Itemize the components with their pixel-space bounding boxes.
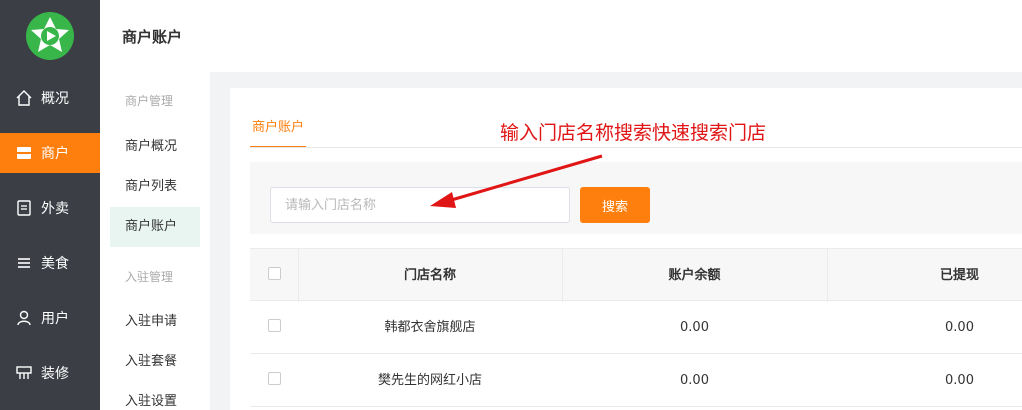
nav-item-user[interactable]: 用户	[0, 298, 100, 338]
nav-item-label: 用户	[41, 311, 69, 327]
row-checkbox[interactable]	[268, 372, 281, 385]
cell-store-name: 樊先生的网红小店	[377, 373, 482, 388]
cell-withdrawn: 0.00	[945, 373, 974, 388]
search-button[interactable]: 搜索	[580, 187, 650, 223]
tab-divider	[250, 147, 1022, 148]
menu-icon	[15, 254, 33, 272]
subnav-item-settle-package[interactable]: 入驻套餐	[110, 342, 200, 382]
table-row: 樊先生的网红小店 0.00 0.00	[250, 354, 1022, 407]
main-card: 商户账户 输入门店名称搜索快速搜索门店 搜索 门店名称 账户余额 已提现 韩都衣…	[230, 88, 1022, 410]
nav-item-label: 商户	[41, 146, 69, 162]
row-checkbox[interactable]	[268, 319, 281, 332]
annotation-text: 输入门店名称搜索快速搜索门店	[500, 122, 767, 144]
nav-item-food[interactable]: 美食	[0, 243, 100, 283]
cell-withdrawn: 0.00	[945, 320, 974, 335]
subnav-group-merchant: 商户管理	[125, 94, 174, 108]
nav-item-label: 概况	[41, 91, 69, 107]
subnav-item-merchant-list[interactable]: 商户列表	[110, 167, 200, 207]
cell-balance: 0.00	[680, 373, 709, 388]
nav-item-label: 外卖	[41, 201, 69, 217]
decorate-icon	[15, 364, 33, 382]
select-all-checkbox[interactable]	[268, 267, 281, 280]
table-row: 韩都衣舍旗舰店 0.00 0.00	[250, 301, 1022, 354]
search-area: 搜索	[250, 162, 1022, 234]
tab-merchant-account[interactable]: 商户账户	[250, 110, 306, 148]
nav-item-merchant[interactable]: 商户	[0, 133, 100, 173]
cell-balance: 0.00	[680, 320, 709, 335]
top-header: 商户账户	[100, 0, 1022, 72]
sub-sidebar: 商户管理 商户概况 商户列表 商户账户 入驻管理 入驻申请 入驻套餐 入驻设置	[100, 72, 210, 410]
nav-item-overview[interactable]: 概况	[0, 78, 100, 118]
subnav-item-merchant-account[interactable]: 商户账户	[110, 207, 200, 247]
column-header-store-name: 门店名称	[403, 268, 456, 283]
page-title: 商户账户	[122, 28, 183, 46]
table-header-row: 门店名称 账户余额 已提现	[250, 248, 1022, 302]
cell-store-name: 韩都衣舍旗舰店	[384, 320, 476, 335]
subnav-group-settle: 入驻管理	[125, 270, 174, 284]
subnav-item-merchant-overview[interactable]: 商户概况	[110, 127, 200, 167]
store-account-table: 门店名称 账户余额 已提现 韩都衣舍旗舰店 0.00 0.00 樊先生的网红小店…	[250, 248, 1022, 407]
user-icon	[15, 309, 33, 327]
logo	[0, 0, 100, 72]
nav-item-decorate[interactable]: 装修	[0, 353, 100, 393]
column-header-balance: 账户余额	[668, 268, 721, 283]
subnav-item-settle-apply[interactable]: 入驻申请	[110, 302, 200, 342]
nav-item-label: 装修	[41, 366, 69, 382]
column-header-withdrawn: 已提现	[939, 268, 979, 283]
nav-item-takeout[interactable]: 外卖	[0, 188, 100, 228]
store-icon	[15, 144, 33, 162]
store-search-input[interactable]	[270, 187, 570, 223]
main-nav: 概况 商户 外卖 美食 用户 装修	[0, 0, 100, 410]
app-logo-icon	[26, 12, 74, 60]
subnav-item-settle-settings[interactable]: 入驻设置	[110, 382, 200, 410]
document-icon	[15, 199, 33, 217]
nav-item-label: 美食	[41, 256, 69, 272]
home-icon	[15, 89, 33, 107]
